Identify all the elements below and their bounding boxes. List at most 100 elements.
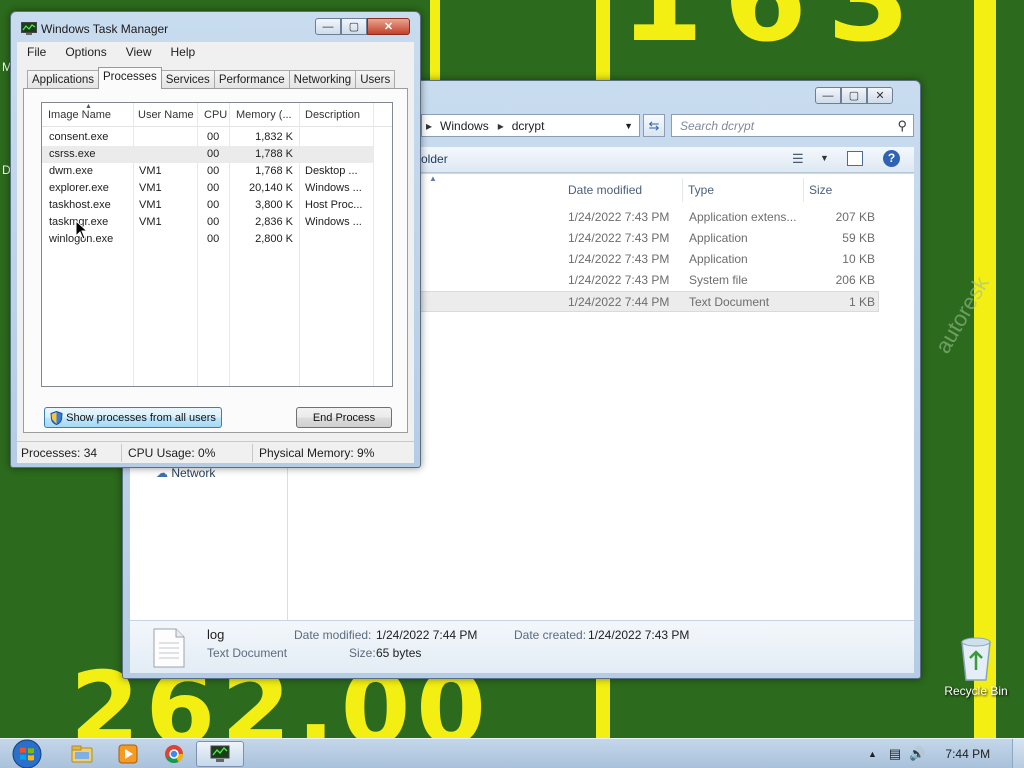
show-desktop-button[interactable]: [1012, 739, 1024, 768]
column-cpu[interactable]: CPU: [204, 109, 227, 121]
windows-explorer-icon: [71, 745, 93, 763]
minimize-button[interactable]: —: [315, 18, 341, 35]
task-manager-window: Windows Task Manager — ▢ ✕ File Options …: [10, 11, 421, 468]
refresh-button[interactable]: ⇆: [643, 114, 665, 137]
process-image: consent.exe: [49, 131, 109, 143]
windows-logo-icon: [12, 739, 42, 768]
views-icon[interactable]: ☰: [792, 151, 804, 167]
maximize-button[interactable]: ▢: [341, 18, 367, 35]
process-list[interactable]: ▲ Image Name User Name CPU Memory (... D…: [41, 102, 393, 387]
search-input[interactable]: Search dcrypt ⚲: [671, 114, 914, 137]
column-size[interactable]: Size: [809, 183, 832, 197]
tab-users[interactable]: Users: [355, 70, 396, 89]
explorer-caption-buttons: — ▢ ✕: [815, 87, 893, 104]
nav-item-network[interactable]: ☁ Network: [156, 466, 215, 480]
taskbar-task-manager-button[interactable]: [196, 741, 244, 767]
refresh-icon: ⇆: [648, 117, 660, 133]
menu-options[interactable]: Options: [55, 45, 115, 59]
tab-processes[interactable]: Processes: [98, 67, 162, 89]
tab-applications[interactable]: Applications: [27, 70, 100, 89]
file-size: 10 KB: [842, 252, 875, 266]
process-row-selected[interactable]: csrss.exe 00 1,788 K: [42, 146, 374, 163]
column-type[interactable]: Type: [688, 183, 714, 197]
column-divider: [682, 178, 683, 202]
network-tray-icon[interactable]: ▤: [889, 746, 901, 762]
search-placeholder: Search dcrypt: [680, 118, 755, 133]
taskbar-media-player-button[interactable]: [104, 741, 152, 767]
tab-performance[interactable]: Performance: [213, 70, 290, 89]
details-pane: log Text Document Date modified: 1/24/20…: [130, 620, 914, 673]
breadcrumb-arrow-icon: ▸: [497, 118, 504, 133]
column-date-modified[interactable]: Date modified: [568, 183, 642, 197]
status-processes: Processes: 34: [21, 446, 98, 460]
taskbar-chrome-button[interactable]: [150, 741, 198, 767]
views-dropdown-icon[interactable]: ▼: [820, 153, 829, 163]
details-file-type: Text Document: [207, 646, 288, 660]
file-date: 1/24/2022 7:43 PM: [568, 252, 670, 266]
status-divider: [121, 444, 122, 462]
column-user-name[interactable]: User Name: [138, 109, 194, 121]
preview-pane-icon[interactable]: [847, 151, 863, 166]
file-type: Application: [689, 231, 748, 245]
minimize-button[interactable]: —: [815, 87, 841, 104]
column-divider: [803, 178, 804, 202]
process-memory: 3,800 K: [255, 199, 293, 211]
process-row[interactable]: dwm.exe VM1 00 1,768 K Desktop ...: [42, 163, 374, 180]
menu-file[interactable]: File: [17, 45, 55, 59]
details-date-modified-label: Date modified:: [294, 628, 372, 642]
maximize-icon: ▢: [348, 21, 360, 33]
process-row[interactable]: taskmgr.exe VM1 00 2,836 K Windows ...: [42, 214, 374, 231]
menu-help[interactable]: Help: [161, 45, 205, 59]
column-memory[interactable]: Memory (...: [236, 109, 292, 121]
mouse-cursor-icon: [75, 220, 88, 240]
process-row[interactable]: winlogon.exe 00 2,800 K: [42, 231, 374, 248]
column-description[interactable]: Description: [305, 109, 360, 121]
details-size: 65 bytes: [376, 646, 422, 660]
end-process-button[interactable]: End Process: [296, 407, 392, 428]
volume-icon[interactable]: 🔊: [909, 746, 925, 762]
address-dropdown-icon[interactable]: ▼: [624, 121, 633, 131]
taskbar-explorer-button[interactable]: [58, 741, 106, 767]
close-button[interactable]: ✕: [867, 87, 893, 104]
details-date-created-label: Date created:: [514, 628, 587, 642]
clock[interactable]: 7:44 PM: [945, 747, 990, 761]
wallpaper-stripe: [974, 0, 996, 738]
process-image: taskhost.exe: [49, 199, 111, 211]
process-description: Windows ...: [305, 216, 362, 228]
help-icon[interactable]: ?: [883, 150, 900, 167]
close-icon: ✕: [383, 21, 394, 33]
process-row[interactable]: explorer.exe VM1 00 20,140 K Windows ...: [42, 180, 374, 197]
details-date-created: 1/24/2022 7:43 PM: [588, 628, 690, 642]
tab-services[interactable]: Services: [160, 70, 215, 89]
taskbar: ▲ ▤ 🔊 7:44 PM: [0, 738, 1024, 768]
window-title: Windows Task Manager: [41, 22, 169, 36]
recycle-bin-icon: [961, 637, 991, 681]
process-row[interactable]: consent.exe 00 1,832 K: [42, 129, 374, 146]
menu-view[interactable]: View: [116, 45, 161, 59]
address-bar[interactable]: ▸ Windows ▸ dcrypt ▼: [421, 114, 640, 137]
breadcrumb-windows[interactable]: Windows: [440, 119, 489, 133]
close-button[interactable]: ✕: [367, 18, 410, 35]
breadcrumb-dcrypt[interactable]: dcrypt: [512, 119, 545, 133]
column-image-name[interactable]: Image Name: [48, 109, 111, 121]
status-physical-memory: Physical Memory: 9%: [259, 446, 375, 460]
new-folder-button[interactable]: older: [421, 152, 448, 166]
show-all-processes-button[interactable]: Show processes from all users: [44, 407, 222, 428]
tab-strip: Applications Processes Services Performa…: [27, 67, 396, 89]
tab-networking[interactable]: Networking: [288, 70, 357, 89]
search-icon[interactable]: ⚲: [897, 118, 907, 134]
details-size-label: Size:: [349, 646, 376, 660]
menu-bar: File Options View Help: [17, 42, 414, 62]
show-hidden-icons-icon[interactable]: ▲: [868, 749, 877, 759]
start-button[interactable]: [8, 739, 46, 768]
file-type: System file: [689, 273, 748, 287]
process-memory: 2,800 K: [255, 233, 293, 245]
process-cpu: 00: [207, 148, 220, 160]
text-document-icon: [153, 628, 185, 668]
maximize-button[interactable]: ▢: [841, 87, 867, 104]
nav-item-network-label: Network: [171, 466, 216, 480]
recycle-bin-desktop-icon[interactable]: Recycle Bin: [940, 636, 1012, 706]
process-row[interactable]: taskhost.exe VM1 00 3,800 K Host Proc...: [42, 197, 374, 214]
file-size: 59 KB: [842, 231, 875, 245]
process-cpu: 00: [207, 182, 220, 194]
